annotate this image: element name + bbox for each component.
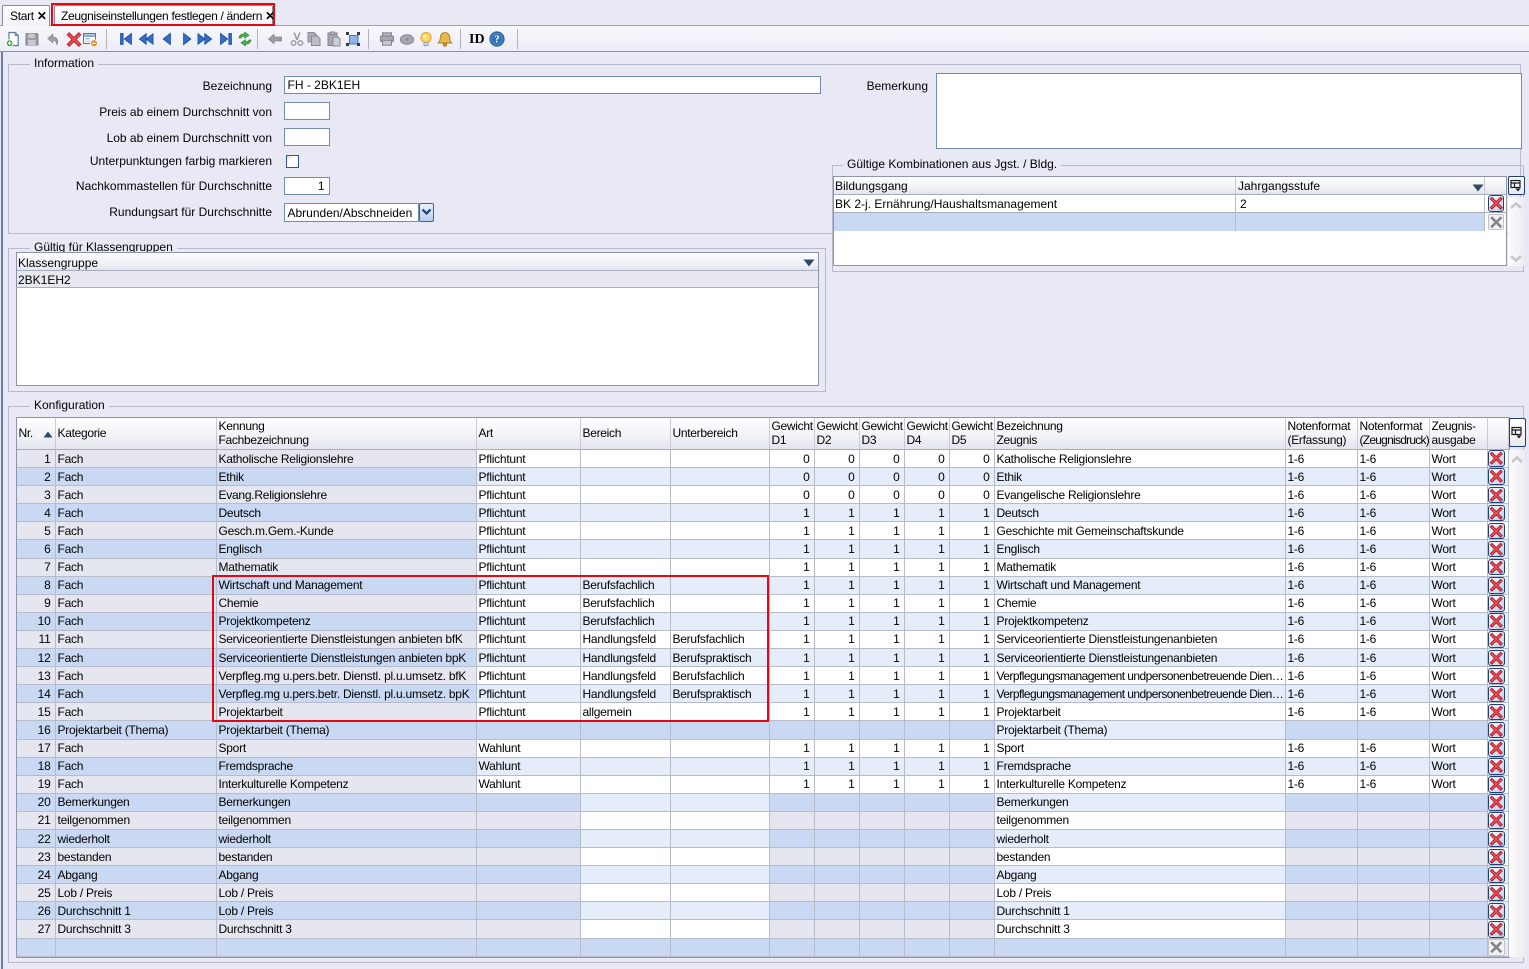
svg-text:?: ? bbox=[494, 35, 499, 46]
